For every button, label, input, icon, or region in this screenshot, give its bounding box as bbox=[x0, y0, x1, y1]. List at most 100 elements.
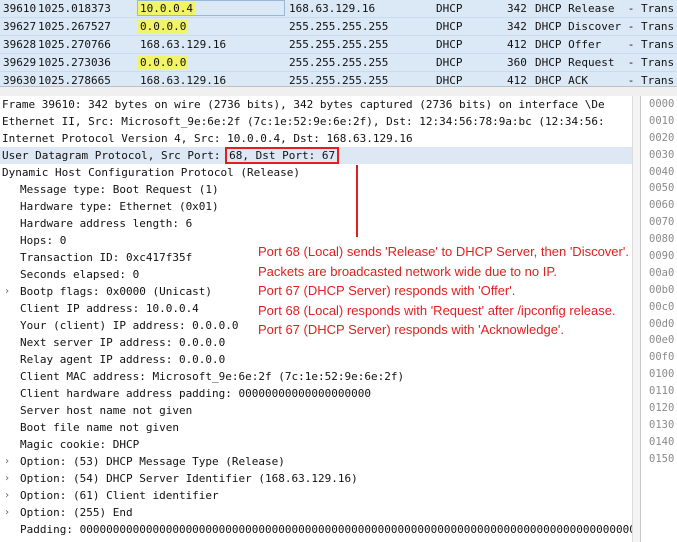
packet-length: 360 bbox=[507, 56, 527, 69]
packet-time: 1025.018373 bbox=[38, 2, 111, 15]
dhcp-field-text: Client MAC address: Microsoft_9e:6e:2f (… bbox=[20, 370, 405, 383]
dhcp-field[interactable]: Client MAC address: Microsoft_9e:6e:2f (… bbox=[0, 368, 639, 385]
dhcp-field[interactable]: › Option: (53) DHCP Message Type (Release… bbox=[0, 453, 639, 470]
annotation-connector-line bbox=[356, 165, 358, 237]
dhcp-field[interactable]: Relay agent IP address: 0.0.0.0 bbox=[0, 351, 639, 368]
hex-offset: 0040 bbox=[649, 165, 675, 178]
packet-info: DHCP Request - Trans bbox=[535, 56, 675, 69]
dhcp-field-text: Transaction ID: 0xc417f35f bbox=[20, 251, 193, 264]
dhcp-field[interactable]: Client hardware address padding: 0000000… bbox=[0, 385, 639, 402]
dhcp-field[interactable]: › Option: (54) DHCP Server Identifier (16… bbox=[0, 470, 639, 487]
dhcp-field-text: Padding: 0000000000000000000000000000000… bbox=[20, 523, 639, 536]
packet-time: 1025.278665 bbox=[38, 74, 111, 86]
expand-arrow-icon[interactable]: › bbox=[4, 504, 10, 521]
dhcp-field-text: Boot file name not given bbox=[20, 421, 179, 434]
expand-arrow-icon[interactable]: › bbox=[4, 453, 10, 470]
packet-protocol: DHCP bbox=[436, 56, 463, 69]
dhcp-field-text: Bootp flags: 0x0000 (Unicast) bbox=[20, 285, 213, 298]
detail-ethernet[interactable]: Ethernet II, Src: Microsoft_9e:6e:2f (7c… bbox=[0, 113, 639, 130]
packet-number: 39629 bbox=[3, 56, 37, 69]
packet-destination: 168.63.129.16 bbox=[289, 2, 376, 15]
dhcp-field-text: Hardware type: Ethernet (0x01) bbox=[20, 200, 219, 213]
packet-number: 39627 bbox=[3, 20, 37, 33]
packet-length: 342 bbox=[507, 20, 527, 33]
packet-info: DHCP Discover - Trans bbox=[535, 20, 675, 33]
source-highlight: 10.0.0.4 bbox=[138, 2, 195, 15]
packet-destination: 255.255.255.255 bbox=[289, 56, 389, 69]
hex-pane: 0000 0010 0020 0030 0040 0050 0060 0070 0080 0090… bbox=[640, 96, 677, 542]
hex-offset: 00f0 bbox=[649, 351, 675, 364]
packet-protocol: DHCP bbox=[436, 38, 463, 51]
dhcp-field[interactable]: Hardware address length: 6 bbox=[0, 215, 639, 232]
hex-offset: 0000 bbox=[649, 98, 675, 110]
hex-offset: 00d0 bbox=[649, 317, 675, 330]
packet-info: DHCP Release - Trans bbox=[535, 2, 675, 15]
hex-offset: 00e0 bbox=[649, 334, 675, 347]
hex-offset: 0090 bbox=[649, 250, 675, 263]
detail-ip[interactable]: Internet Protocol Version 4, Src: 10.0.0… bbox=[0, 130, 639, 147]
packet-destination: 255.255.255.255 bbox=[289, 74, 389, 86]
dhcp-field-text: Relay agent IP address: 0.0.0.0 bbox=[20, 353, 226, 366]
packet-info: DHCP ACK - Trans bbox=[535, 74, 675, 86]
packet-length: 412 bbox=[507, 74, 527, 86]
annotation-line: Port 68 (Local) sends 'Release' to DHCP … bbox=[258, 244, 629, 259]
annotation-line: Port 67 (DHCP Server) responds with 'Ack… bbox=[258, 322, 565, 337]
dhcp-field-text: Option: (54) DHCP Server Identifier (168… bbox=[20, 472, 358, 485]
annotation-line: Packets are broadcasted network wide due… bbox=[258, 263, 557, 279]
dhcp-field[interactable]: Message type: Boot Request (1) bbox=[0, 181, 639, 198]
hex-offset: 0140 bbox=[649, 435, 675, 448]
hex-offset: 0020 bbox=[649, 131, 675, 144]
expand-arrow-icon[interactable]: › bbox=[4, 283, 10, 300]
packet-protocol: DHCP bbox=[436, 2, 463, 15]
hex-offset: 00b0 bbox=[649, 283, 675, 296]
hex-offset: 0080 bbox=[649, 233, 675, 246]
packet-row[interactable]: 39627 1025.267527 0.0.0.0 255.255.255.255 DH… bbox=[0, 18, 677, 36]
packet-time: 1025.270766 bbox=[38, 38, 111, 51]
packet-number: 39628 bbox=[3, 38, 37, 51]
hex-offset: 0130 bbox=[649, 418, 675, 431]
dhcp-field[interactable]: › Option: (255) End bbox=[0, 504, 639, 521]
dhcp-field[interactable]: Padding: 0000000000000000000000000000000… bbox=[0, 521, 639, 538]
packet-number: 39630 bbox=[3, 74, 37, 86]
dhcp-field[interactable]: Server host name not given bbox=[0, 402, 639, 419]
packet-list: 39610 1025.018373 10.0.0.4 168.63.129.16 DHC… bbox=[0, 0, 677, 86]
packet-row[interactable]: 39629 1025.273036 0.0.0.0 255.255.255.255 DH… bbox=[0, 54, 677, 72]
details-scrollbar[interactable] bbox=[632, 96, 640, 542]
source-highlight: 0.0.0.0 bbox=[138, 56, 189, 69]
dhcp-field-text: Magic cookie: DHCP bbox=[20, 438, 140, 451]
dhcp-field-text: Hardware address length: 6 bbox=[20, 217, 193, 230]
packet-length: 412 bbox=[507, 38, 527, 51]
dhcp-field[interactable]: Boot file name not given bbox=[0, 419, 639, 436]
detail-udp[interactable]: User Datagram Protocol, Src Port: 68, Ds… bbox=[0, 147, 639, 164]
dhcp-field-text: Client IP address: 10.0.0.4 bbox=[20, 302, 199, 315]
dhcp-field[interactable]: › Option: (61) Client identifier bbox=[0, 487, 639, 504]
hex-offset: 0050 bbox=[649, 182, 675, 195]
hex-offset: 0100 bbox=[649, 368, 675, 381]
detail-frame[interactable]: Frame 39610: 342 bytes on wire (2736 bit… bbox=[0, 96, 639, 113]
dhcp-field-text: Option: (61) Client identifier bbox=[20, 489, 219, 502]
dhcp-field-text: Your (client) IP address: 0.0.0.0 bbox=[20, 319, 239, 332]
dhcp-field[interactable]: Magic cookie: DHCP bbox=[0, 436, 639, 453]
detail-dhcp[interactable]: Dynamic Host Configuration Protocol (Rel… bbox=[0, 164, 639, 181]
packet-time: 1025.267527 bbox=[38, 20, 111, 33]
dhcp-field-text: Message type: Boot Request (1) bbox=[20, 183, 219, 196]
packet-protocol: DHCP bbox=[436, 20, 463, 33]
hex-offset: 0070 bbox=[649, 216, 675, 229]
expand-arrow-icon[interactable]: › bbox=[4, 487, 10, 504]
hex-offset: 0150 bbox=[649, 452, 675, 465]
packet-row[interactable]: 39610 1025.018373 10.0.0.4 168.63.129.16 DHC… bbox=[0, 0, 677, 18]
packet-destination: 255.255.255.255 bbox=[289, 38, 389, 51]
packet-row[interactable]: 39628 1025.270766 168.63.129.16 255.255.255… bbox=[0, 36, 677, 54]
dhcp-field-text: Client hardware address padding: 0000000… bbox=[20, 387, 371, 400]
dhcp-field-text: Next server IP address: 0.0.0.0 bbox=[20, 336, 226, 349]
hex-offset: 00c0 bbox=[649, 300, 675, 313]
source-highlight: 0.0.0.0 bbox=[138, 20, 189, 33]
packet-protocol: DHCP bbox=[436, 74, 463, 86]
packet-source: 0.0.0.0 bbox=[138, 54, 189, 71]
packet-row[interactable]: 39630 1025.278665 168.63.129.16 255.255.255… bbox=[0, 72, 677, 86]
expand-arrow-icon[interactable]: › bbox=[4, 470, 10, 487]
packet-source: 0.0.0.0 bbox=[138, 18, 189, 35]
hex-offset: 0010 bbox=[649, 114, 675, 127]
dhcp-field[interactable]: Hardware type: Ethernet (0x01) bbox=[0, 198, 639, 215]
packet-source: 168.63.129.16 bbox=[140, 74, 227, 86]
